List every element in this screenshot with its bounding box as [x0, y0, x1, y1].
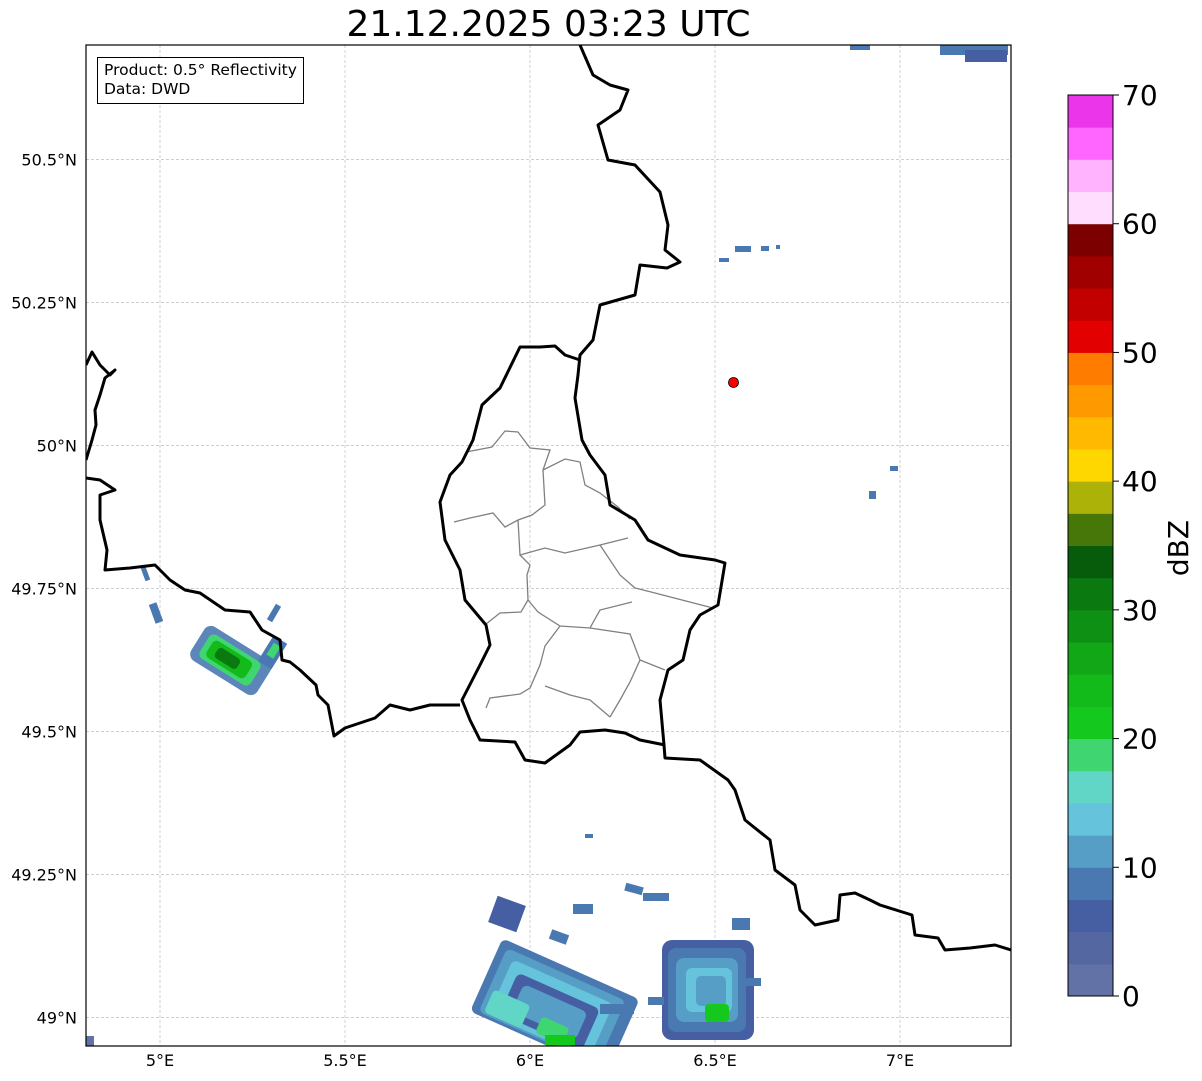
lat-tick-label: 49.75°N	[11, 579, 77, 598]
data-source-label: Data: DWD	[104, 80, 191, 98]
lat-tick-label: 50°N	[37, 436, 77, 455]
colorbar-segment	[1068, 577, 1113, 611]
colorbar-segment	[1068, 255, 1113, 289]
colorbar-tick-label: 60	[1122, 208, 1158, 241]
colorbar-tick-label: 20	[1122, 723, 1158, 756]
info-box: Product: 0.5° Reflectivity Data: DWD	[97, 57, 304, 104]
colorbar-segment	[1068, 963, 1113, 997]
product-label: Product: 0.5° Reflectivity	[104, 61, 297, 79]
lon-tick-label: 5.5°E	[323, 1051, 367, 1070]
lon-tick-label: 7°E	[886, 1051, 914, 1070]
lon-tick-label: 5°E	[146, 1051, 174, 1070]
lon-tick-label: 6°E	[516, 1051, 544, 1070]
colorbar-segment	[1068, 95, 1113, 128]
colorbar: 0 10 20 30 40 50 60 70	[1067, 79, 1158, 1013]
lat-tick-label: 49°N	[37, 1008, 77, 1027]
lon-tick-label: 6.5°E	[693, 1051, 737, 1070]
station-marker	[728, 377, 739, 388]
lat-tick-label: 50.5°N	[21, 150, 77, 169]
colorbar-segment	[1068, 448, 1113, 482]
colorbar-segment	[1068, 738, 1113, 772]
colorbar-segment	[1068, 899, 1113, 933]
colorbar-tick-label: 0	[1122, 980, 1140, 1013]
colorbar-segment	[1068, 352, 1113, 386]
map-title: 21.12.2025 03:23 UTC	[346, 4, 751, 45]
colorbar-label: dBZ	[1162, 520, 1195, 576]
colorbar-segment	[1068, 867, 1113, 900]
colorbar-segment	[1068, 481, 1113, 514]
colorbar-segment	[1068, 223, 1113, 257]
colorbar-segment	[1068, 384, 1113, 418]
radar-map: 5°E 5.5°E 6°E 6.5°E 7°E 50.5°N 50.25°N 50°N 49.…	[11, 44, 1195, 1070]
map-background	[86, 45, 1011, 1046]
lat-tick-label: 50.25°N	[11, 293, 77, 312]
colorbar-tick-label: 30	[1122, 594, 1158, 627]
colorbar-segment	[1068, 320, 1113, 353]
colorbar-segment	[1068, 416, 1113, 450]
longitude-ticks: 5°E 5.5°E 6°E 6.5°E 7°E	[146, 1051, 914, 1070]
colorbar-segment	[1068, 802, 1113, 836]
latitude-ticks: 50.5°N 50.25°N 50°N 49.75°N 49.5°N 49.25°N 49°…	[11, 150, 77, 1027]
colorbar-segment	[1068, 609, 1113, 643]
colorbar-segment	[1068, 642, 1113, 675]
colorbar-tick-label: 70	[1122, 79, 1158, 112]
lat-tick-label: 49.5°N	[21, 722, 77, 741]
colorbar-segment	[1068, 674, 1113, 707]
colorbar-segment	[1068, 159, 1113, 193]
colorbar-tick-label: 40	[1122, 465, 1158, 498]
colorbar-segment	[1068, 288, 1113, 321]
colorbar-segment	[1068, 513, 1113, 546]
colorbar-tick-label: 10	[1122, 851, 1158, 884]
colorbar-segment	[1068, 931, 1113, 965]
lat-tick-label: 49.25°N	[11, 865, 77, 884]
colorbar-segment	[1068, 706, 1113, 740]
colorbar-tick-label: 50	[1122, 336, 1158, 369]
colorbar-segment	[1068, 770, 1113, 804]
colorbar-segment	[1068, 835, 1113, 868]
colorbar-segment	[1068, 127, 1113, 160]
colorbar-segment	[1068, 191, 1113, 225]
colorbar-segment	[1068, 545, 1113, 579]
